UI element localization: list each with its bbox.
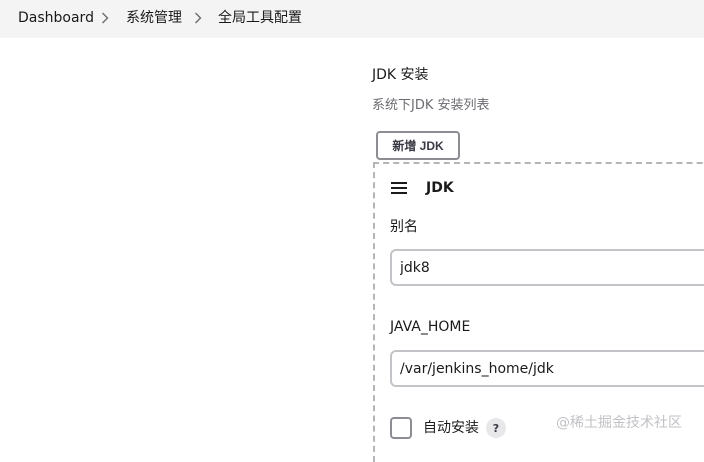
- auto-install-checkbox[interactable]: [390, 417, 412, 439]
- chevron-right-icon: [101, 12, 109, 24]
- breadcrumb-item-global-tool-configuration[interactable]: 全局工具配置: [218, 9, 302, 27]
- alias-input[interactable]: [390, 249, 704, 286]
- chevron-right-icon: [194, 12, 202, 24]
- add-jdk-button[interactable]: 新增 JDK: [376, 131, 460, 160]
- breadcrumb-item-system-management[interactable]: 系统管理: [126, 9, 182, 27]
- java-home-label: JAVA_HOME: [390, 319, 471, 335]
- breadcrumb: Dashboard 系统管理 全局工具配置: [0, 0, 704, 38]
- java-home-input[interactable]: [390, 350, 704, 387]
- breadcrumb-item-dashboard[interactable]: Dashboard: [18, 9, 94, 27]
- jdk-section-title: JDK 安装: [372, 67, 429, 83]
- drag-handle-icon[interactable]: [391, 182, 407, 194]
- alias-label: 别名: [390, 219, 418, 235]
- help-icon[interactable]: ?: [486, 418, 506, 438]
- auto-install-label[interactable]: 自动安装: [423, 419, 479, 437]
- jdk-panel-heading: JDK: [426, 180, 454, 196]
- watermark: @稀土掘金技术社区: [556, 415, 682, 431]
- jdk-section-description: 系统下JDK 安装列表: [372, 98, 490, 113]
